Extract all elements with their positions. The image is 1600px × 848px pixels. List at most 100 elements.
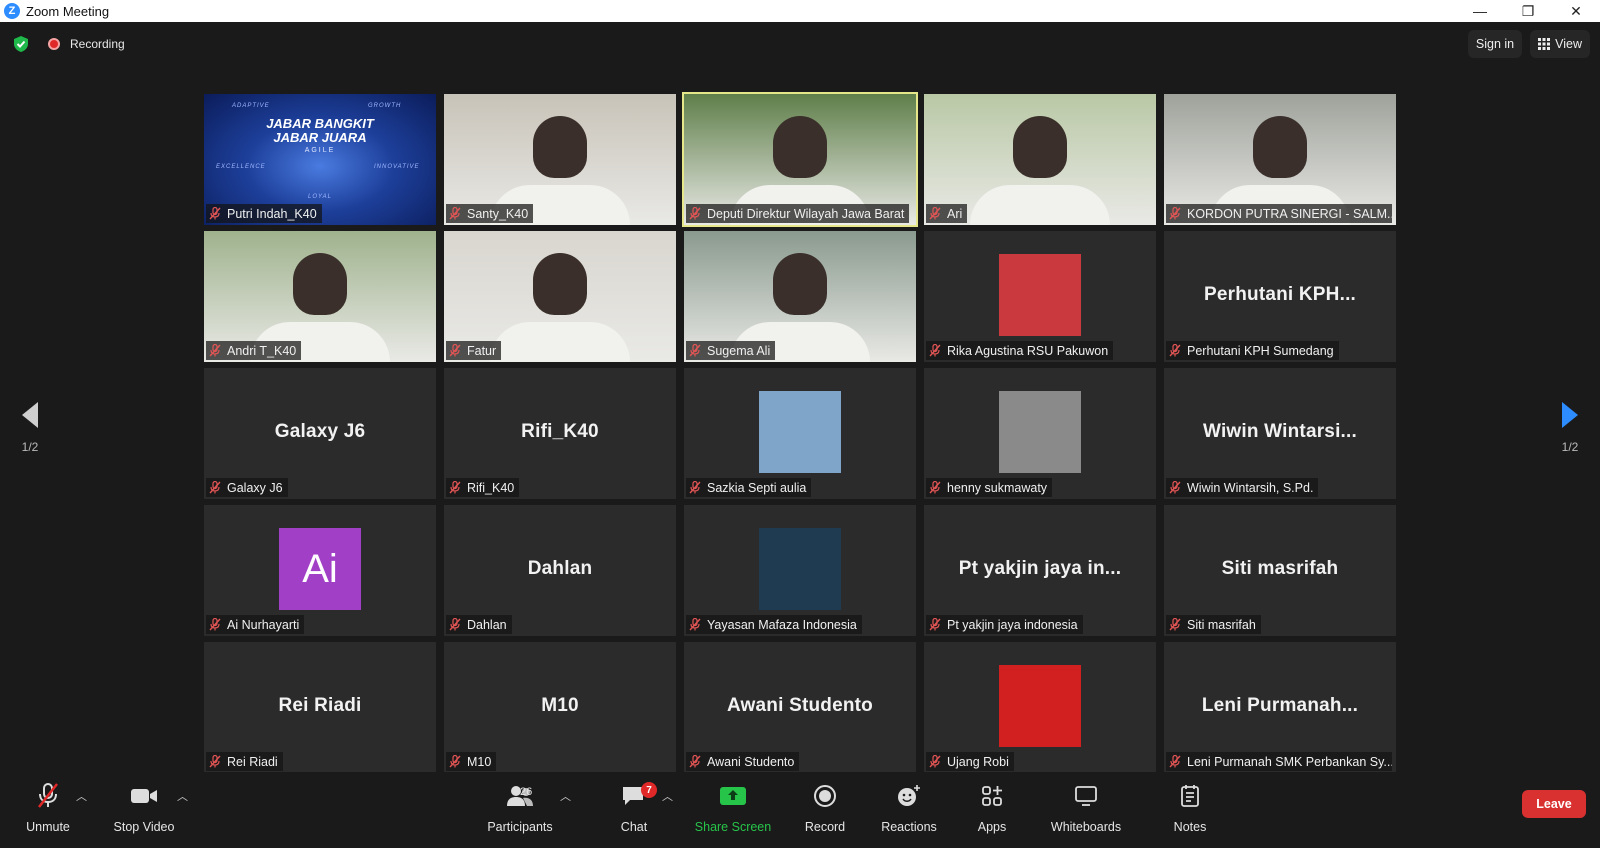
page-indicator-right: 1/2 xyxy=(1561,440,1579,454)
unmute-button[interactable]: Unmute xyxy=(22,780,74,842)
participant-tile[interactable]: JABAR BANGKIT JABAR JUARA AGILE ADAPTIVE… xyxy=(204,94,436,225)
view-label: View xyxy=(1555,37,1582,51)
chat-button[interactable]: 7 Chat xyxy=(612,780,657,842)
arrow-right-icon[interactable] xyxy=(1560,400,1580,430)
muted-mic-icon xyxy=(209,755,221,768)
profile-picture xyxy=(999,391,1081,473)
next-page-nav[interactable]: 1/2 xyxy=(1550,400,1590,480)
previous-page-nav[interactable]: 1/2 xyxy=(10,400,50,480)
close-button[interactable]: ✕ xyxy=(1552,0,1600,22)
participant-tile[interactable]: Galaxy J6 Galaxy J6 xyxy=(204,368,436,499)
banner-word: GROWTH xyxy=(368,103,402,109)
participant-tile[interactable]: Awani Studento Awani Studento xyxy=(684,642,916,773)
muted-mic-icon xyxy=(689,755,701,768)
participant-tile[interactable]: Rika Agustina RSU Pakuwon xyxy=(924,231,1156,362)
audio-options-caret-icon[interactable]: ︿ xyxy=(76,788,87,804)
participant-display-name: Rifi_K40 xyxy=(521,420,599,442)
muted-mic-icon xyxy=(1169,207,1181,220)
restore-button[interactable]: ❐ xyxy=(1504,0,1552,22)
participants-options-caret-icon[interactable]: ︿ xyxy=(560,788,571,804)
chat-unread-badge: 7 xyxy=(641,782,657,798)
banner-word: LOYAL xyxy=(308,194,333,200)
person-silhouette-icon xyxy=(1253,116,1307,178)
participant-tile[interactable]: Wiwin Wintarsi... Wiwin Wintarsih, S.Pd. xyxy=(1164,368,1396,499)
window-titlebar: Z Zoom Meeting — ❐ ✕ xyxy=(0,0,1600,22)
whiteboards-button[interactable]: Whiteboards xyxy=(1046,780,1126,842)
video-options-caret-icon[interactable]: ︿ xyxy=(177,788,188,804)
apps-icon xyxy=(982,786,1002,806)
record-button[interactable]: Record xyxy=(800,780,850,842)
participant-tile[interactable]: Pt yakjin jaya in... Pt yakjin jaya indon… xyxy=(924,505,1156,636)
chat-label: Chat xyxy=(620,820,648,834)
participant-tile[interactable]: Rifi_K40 Rifi_K40 xyxy=(444,368,676,499)
participant-tile[interactable]: Ai Ai Nurhayarti xyxy=(204,505,436,636)
participant-name: Awani Studento xyxy=(707,754,795,769)
security-shield-icon[interactable] xyxy=(12,35,30,53)
muted-mic-icon xyxy=(689,344,701,357)
participant-display-name: Wiwin Wintarsi... xyxy=(1202,420,1357,442)
participants-button[interactable]: 26 Participants xyxy=(484,780,556,842)
window-title: Zoom Meeting xyxy=(26,3,110,19)
participant-name-label: Andri T_K40 xyxy=(206,341,302,360)
participant-name: Santy_K40 xyxy=(467,206,529,221)
profile-picture xyxy=(759,528,841,610)
profile-picture xyxy=(999,665,1081,747)
minimize-button[interactable]: — xyxy=(1456,0,1504,22)
muted-mic-icon xyxy=(449,481,461,494)
participant-tile[interactable]: KORDON PUTRA SINERGI - SALM... xyxy=(1164,94,1396,225)
stop-video-label: Stop Video xyxy=(113,820,175,834)
participant-name-label: Sazkia Septi aulia xyxy=(686,478,812,497)
participant-display-name: Leni Purmanah... xyxy=(1201,694,1359,716)
participant-tile[interactable]: henny sukmawaty xyxy=(924,368,1156,499)
participant-name-label: Rifi_K40 xyxy=(446,478,520,497)
participant-tile[interactable]: Leni Purmanah... Leni Purmanah SMK Perban… xyxy=(1164,642,1396,773)
record-label: Record xyxy=(804,820,846,834)
participant-tile[interactable]: Perhutani KPH... Perhutani KPH Sumedang xyxy=(1164,231,1396,362)
participant-tile[interactable]: Sazkia Septi aulia xyxy=(684,368,916,499)
participant-tile[interactable]: Yayasan Mafaza Indonesia xyxy=(684,505,916,636)
apps-button[interactable]: Apps xyxy=(970,780,1014,842)
participant-name: henny sukmawaty xyxy=(947,480,1048,495)
participant-tile[interactable]: Dahlan Dahlan xyxy=(444,505,676,636)
sign-in-button[interactable]: Sign in xyxy=(1467,30,1523,58)
notes-button[interactable]: Notes xyxy=(1168,780,1212,842)
participant-tile[interactable]: Santy_K40 xyxy=(444,94,676,225)
participant-name-label: Putri Indah_K40 xyxy=(206,204,322,223)
leave-button[interactable]: Leave xyxy=(1522,790,1586,818)
profile-picture xyxy=(759,391,841,473)
unmute-label: Unmute xyxy=(26,820,70,834)
participant-tile[interactable]: Sugema Ali xyxy=(684,231,916,362)
participants-count: 26 xyxy=(520,786,533,798)
share-screen-button[interactable]: Share Screen xyxy=(690,780,776,842)
stop-video-button[interactable]: Stop Video xyxy=(112,780,176,842)
video-gallery-grid: JABAR BANGKIT JABAR JUARA AGILE ADAPTIVE… xyxy=(204,92,1396,773)
page-indicator-left: 1/2 xyxy=(21,440,39,454)
participant-tile[interactable]: M10 M10 xyxy=(444,642,676,773)
grid-view-icon xyxy=(1538,38,1551,50)
zoom-app-icon: Z xyxy=(4,3,20,19)
smiley-plus-icon xyxy=(898,785,920,806)
participant-name: KORDON PUTRA SINERGI - SALM... xyxy=(1187,206,1392,221)
participant-tile[interactable]: Deputi Direktur Wilayah Jawa Barat xyxy=(682,92,918,227)
reactions-button[interactable]: Reactions xyxy=(876,780,942,842)
participant-display-name: Galaxy J6 xyxy=(274,420,366,442)
participant-tile[interactable]: Ari xyxy=(924,94,1156,225)
participant-name-label: Rika Agustina RSU Pakuwon xyxy=(926,341,1114,360)
participant-name-label: Leni Purmanah SMK Perbankan Sy... xyxy=(1166,752,1392,771)
participant-name: Rei Riadi xyxy=(227,754,278,769)
participant-tile[interactable]: Rei Riadi Rei Riadi xyxy=(204,642,436,773)
participant-tile[interactable]: Ujang Robi xyxy=(924,642,1156,773)
participant-name: Andri T_K40 xyxy=(227,343,297,358)
banner-line-3: AGILE xyxy=(304,147,336,154)
participant-tile[interactable]: Siti masrifah Siti masrifah xyxy=(1164,505,1396,636)
participant-name: Wiwin Wintarsih, S.Pd. xyxy=(1187,480,1314,495)
muted-mic-icon xyxy=(1169,344,1181,357)
chat-options-caret-icon[interactable]: ︿ xyxy=(662,788,673,804)
participant-tile[interactable]: Fatur xyxy=(444,231,676,362)
muted-mic-icon xyxy=(209,207,221,220)
view-button[interactable]: View xyxy=(1530,30,1590,58)
arrow-left-icon[interactable] xyxy=(20,400,40,430)
participant-tile[interactable]: Andri T_K40 xyxy=(204,231,436,362)
recording-status[interactable]: Recording xyxy=(70,37,125,51)
muted-mic-icon xyxy=(449,207,461,220)
